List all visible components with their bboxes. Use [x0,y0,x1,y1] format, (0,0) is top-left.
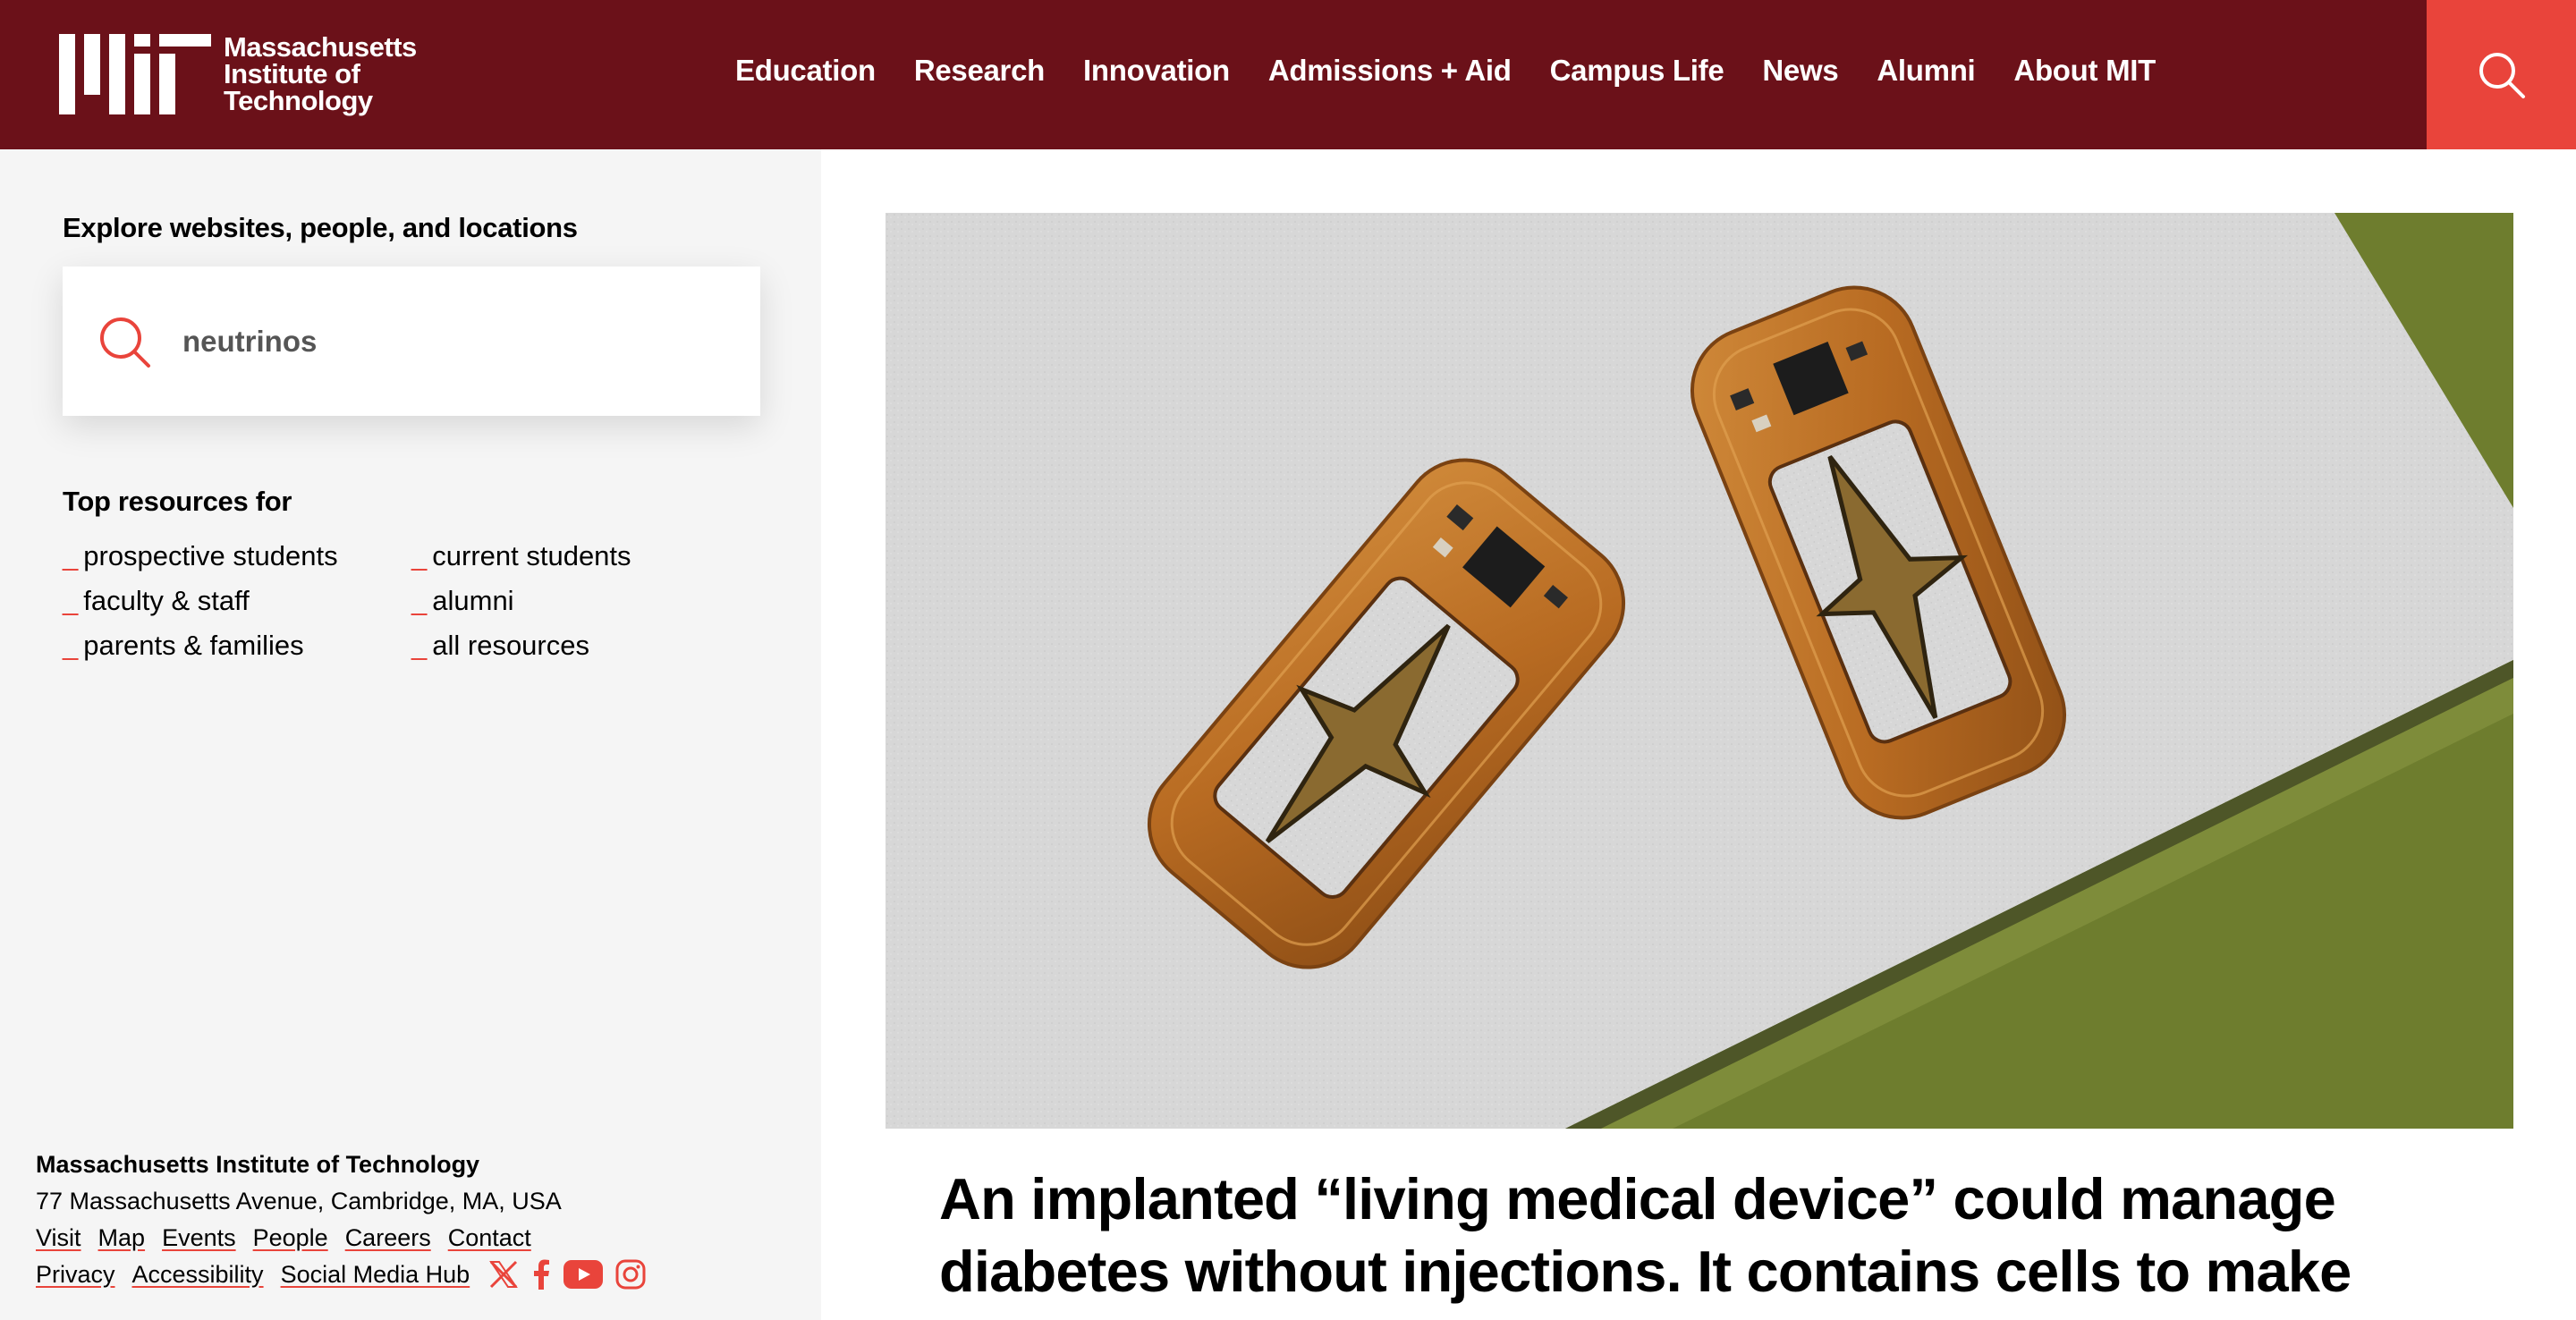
social-links [488,1259,658,1290]
search-sidebar: Explore websites, people, and locations … [0,149,821,1320]
nav-education[interactable]: Education [735,54,876,88]
resource-label: current students [432,540,631,571]
footer-link-contact[interactable]: Contact [448,1224,531,1252]
hero-illustration [886,213,2513,1129]
resource-label: alumni [432,585,514,616]
main-nav: Education Research Innovation Admissions… [735,54,2156,88]
hero-image[interactable] [886,213,2513,1129]
search-input[interactable] [181,323,721,360]
nav-admissions-aid[interactable]: Admissions + Aid [1268,54,1512,88]
resource-label: prospective students [83,540,338,571]
article-headline[interactable]: An implanted “living medical device” cou… [939,1163,2460,1307]
header-search-button[interactable] [2427,0,2576,149]
top-resources-list: _ prospective students _ current students … [63,539,680,663]
nav-news[interactable]: News [1762,54,1838,88]
mit-logo[interactable]: Massachusetts Institute of Technology [59,31,417,116]
resource-label: all resources [432,630,589,661]
site-header: Massachusetts Institute of Technology Ed… [0,0,2576,149]
resource-all-resources[interactable]: _ all resources [411,629,680,663]
footer-link-careers[interactable]: Careers [345,1224,431,1252]
footer-link-people[interactable]: People [253,1224,328,1252]
logo-line: Technology [224,85,373,116]
logo-line: Institute of [224,58,360,89]
nav-research[interactable]: Research [914,54,1046,88]
instagram-icon[interactable] [615,1259,646,1290]
footer-info: Massachusetts Institute of Technology 77… [36,1151,658,1297]
resource-label: parents & families [83,630,304,661]
resource-alumni[interactable]: _ alumni [411,584,680,618]
footer-link-events[interactable]: Events [162,1224,236,1252]
footer-links-row2: Privacy Accessibility Social Media Hub [36,1259,658,1290]
footer-link-map[interactable]: Map [98,1224,146,1252]
nav-innovation[interactable]: Innovation [1083,54,1230,88]
resource-parents-families[interactable]: _ parents & families [63,629,411,663]
footer-link-accessibility[interactable]: Accessibility [132,1261,264,1289]
logo-line: Massachusetts [224,31,417,63]
nav-alumni[interactable]: Alumni [1877,54,1975,88]
nav-campus-life[interactable]: Campus Life [1550,54,1724,88]
footer-link-social-media-hub[interactable]: Social Media Hub [281,1261,470,1289]
search-icon [2479,52,2525,98]
resource-prospective-students[interactable]: _ prospective students [63,539,411,573]
mit-logo-mark [59,34,211,114]
footer-link-privacy[interactable]: Privacy [36,1261,115,1289]
top-resources-label: Top resources for [63,486,292,517]
search-icon [100,317,150,368]
youtube-icon[interactable] [564,1260,604,1289]
facebook-icon[interactable] [531,1259,551,1290]
footer-title: Massachusetts Institute of Technology [36,1151,480,1178]
nav-about-mit[interactable]: About MIT [2013,54,2156,88]
x-icon[interactable] [488,1259,519,1290]
logo-wordmark: Massachusetts Institute of Technology [224,31,417,116]
footer-links-row1: Visit Map Events People Careers Contact [36,1224,658,1252]
footer-address: 77 Massachusetts Avenue, Cambridge, MA, … [36,1188,562,1214]
resource-label: faculty & staff [83,585,250,616]
resource-current-students[interactable]: _ current students [411,539,680,573]
explore-label: Explore websites, people, and locations [63,212,578,243]
resource-faculty-staff[interactable]: _ faculty & staff [63,584,411,618]
search-box[interactable] [63,267,760,416]
footer-link-visit[interactable]: Visit [36,1224,81,1252]
